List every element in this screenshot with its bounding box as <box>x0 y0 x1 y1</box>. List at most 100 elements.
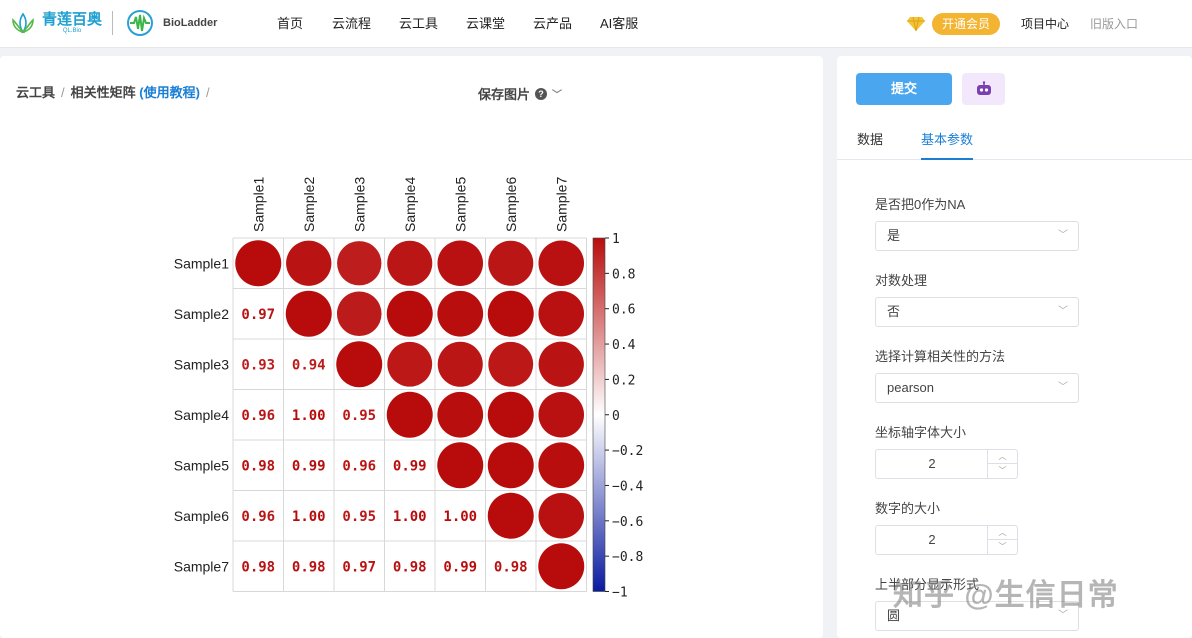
nav-item[interactable]: AI客服 <box>600 0 638 48</box>
nav-item[interactable]: 云课堂 <box>466 0 505 48</box>
correlation-circle <box>437 341 483 387</box>
row-label: Sample1 <box>174 255 229 271</box>
nav-item[interactable]: 首页 <box>277 0 303 48</box>
correlation-value: 0.98 <box>292 559 326 575</box>
colorbar-tick-label: −1 <box>612 586 628 601</box>
colorbar-tick-label: 1 <box>612 232 620 247</box>
correlation-circle <box>337 241 382 286</box>
watermark: 知乎 @生信日常 <box>893 579 1119 612</box>
tab-basic-params[interactable]: 基本参数 <box>921 132 974 160</box>
parameter-panel: 提交 数据 基本参数 是否把0作为NA 是 ﹀ 对数处理 否 ﹀ 选择计算相关性… <box>837 56 1192 638</box>
chevron-down-icon: ﹀ <box>1058 230 1068 241</box>
nav-item[interactable]: 云产品 <box>533 0 572 48</box>
chart-card: 云工具 / 相关性矩阵 (使用教程) / 保存图片 ? ﹀ 0.97 0.93 0.94 0… <box>0 56 823 638</box>
correlation-circle <box>538 341 584 387</box>
correlation-value: 1.00 <box>292 509 326 525</box>
colorbar <box>592 237 606 592</box>
old-version-link[interactable]: 旧版入口 <box>1090 0 1138 48</box>
row-label: Sample6 <box>174 508 229 524</box>
decrement-icon[interactable]: ﹀ <box>988 464 1017 478</box>
correlation-value: 0.96 <box>342 458 376 474</box>
zero-na-label: 是否把0作为NA <box>875 197 966 212</box>
log-value: 否 <box>887 304 901 319</box>
method-select[interactable]: pearson ﹀ <box>875 373 1079 403</box>
row-label: Sample7 <box>174 558 229 574</box>
correlation-value: 1.00 <box>292 408 326 424</box>
project-center-link[interactable]: 项目中心 <box>1021 0 1069 48</box>
submit-button[interactable]: 提交 <box>856 73 952 105</box>
chevron-down-icon: ﹀ <box>1058 382 1068 393</box>
stepper-buttons: ︿ ﹀ <box>987 526 1017 554</box>
correlation-circle <box>437 391 484 438</box>
correlation-value: 0.96 <box>241 408 275 424</box>
correlation-circle <box>387 240 433 286</box>
increment-icon[interactable]: ︿ <box>988 526 1017 540</box>
robot-icon <box>976 81 991 95</box>
chevron-down-icon: ﹀ <box>1058 306 1068 317</box>
zero-na-value: 是 <box>887 228 901 243</box>
correlation-circle <box>336 341 383 388</box>
method-value: pearson <box>887 380 934 395</box>
correlation-value: 0.99 <box>292 458 326 474</box>
axis-font-stepper[interactable]: 2 ︿ ﹀ <box>875 449 1018 479</box>
nav-item[interactable]: 云工具 <box>399 0 438 48</box>
correlation-circle <box>538 290 585 337</box>
open-vip-button[interactable]: 开通会员 <box>932 13 1001 35</box>
correlation-circle <box>285 290 332 337</box>
save-image-button[interactable]: 保存图片 ? ﹀ <box>478 84 562 103</box>
axis-font-label: 坐标轴字体大小 <box>875 425 967 440</box>
correlation-value: 0.96 <box>241 509 275 525</box>
axis-font-value[interactable]: 2 <box>876 450 988 478</box>
correlation-circle <box>487 442 534 489</box>
vip-area[interactable]: 开通会员 <box>906 13 1001 35</box>
colorbar-tick-label: −0.8 <box>612 550 643 565</box>
breadcrumb: 云工具 / 相关性矩阵 (使用教程) / <box>16 82 216 101</box>
correlation-circle <box>286 240 332 286</box>
correlation-circle <box>386 290 433 337</box>
number-size-label: 数字的大小 <box>875 501 941 516</box>
tutorial-link[interactable]: (使用教程) <box>139 85 200 100</box>
correlation-circle <box>488 240 534 286</box>
correlation-circle <box>488 341 534 387</box>
tab-data[interactable]: 数据 <box>857 132 883 160</box>
correlation-value: 0.93 <box>241 357 275 373</box>
correlation-circle <box>487 290 534 337</box>
colorbar-tick-label: 0.4 <box>612 338 636 353</box>
increment-icon[interactable]: ︿ <box>988 450 1017 464</box>
correlation-value: 0.95 <box>342 509 376 525</box>
log-select[interactable]: 否 ﹀ <box>875 297 1079 327</box>
number-size-value[interactable]: 2 <box>876 526 988 554</box>
correlation-circle <box>336 291 382 337</box>
correlation-circle <box>487 492 534 539</box>
column-label: Sample4 <box>402 177 418 232</box>
number-size-stepper[interactable]: 2 ︿ ﹀ <box>875 525 1018 555</box>
logo-divider <box>112 11 114 35</box>
correlation-circle <box>387 341 433 387</box>
save-image-label: 保存图片 <box>478 87 531 102</box>
brand-cn-sub: QL.Bio <box>62 27 82 34</box>
correlation-circle <box>538 442 585 489</box>
correlation-circle <box>538 240 585 287</box>
help-icon[interactable]: ? <box>535 87 548 100</box>
column-label: Sample2 <box>301 177 317 232</box>
column-label: Sample3 <box>351 177 367 232</box>
column-label: Sample7 <box>553 177 569 232</box>
breadcrumb-root[interactable]: 云工具 <box>16 85 55 100</box>
row-label: Sample3 <box>174 356 229 372</box>
correlation-value: 0.98 <box>241 458 275 474</box>
brand-cn: 青莲百奥 QL.Bio <box>42 10 103 34</box>
ai-assistant-button[interactable] <box>962 73 1005 105</box>
decrement-icon[interactable]: ﹀ <box>988 540 1017 554</box>
colorbar-tick-label: −0.6 <box>612 515 643 530</box>
method-label: 选择计算相关性的方法 <box>875 349 1006 364</box>
row-label: Sample5 <box>174 457 229 473</box>
correlation-value: 0.97 <box>342 559 376 575</box>
nav-item[interactable]: 云流程 <box>332 0 371 48</box>
correlation-matrix-chart: 0.97 0.93 0.94 0.96 1.00 0.95 0.98 0.99 0.96 0.99… <box>174 177 644 601</box>
zero-na-select[interactable]: 是 ﹀ <box>875 221 1079 251</box>
correlation-value: 1.00 <box>393 509 427 525</box>
correlation-value: 0.98 <box>494 559 528 575</box>
logo[interactable]: 青莲百奥 QL.Bio BioLadder <box>10 10 217 36</box>
correlation-value: 0.98 <box>241 559 275 575</box>
bioladder-logo-icon <box>127 10 154 36</box>
